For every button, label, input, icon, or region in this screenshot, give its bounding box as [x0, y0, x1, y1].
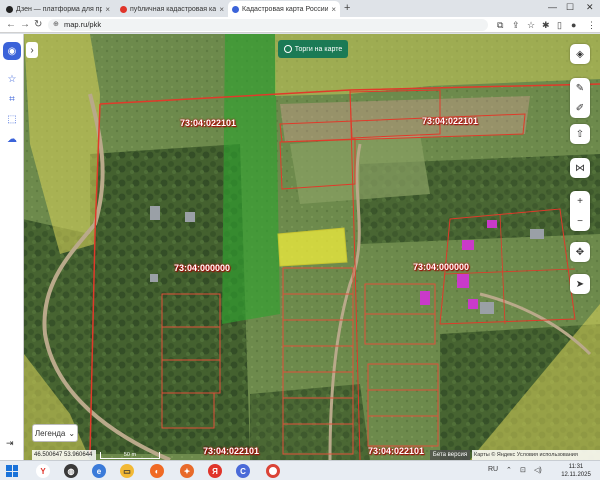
maximize-icon[interactable]: ☐ — [566, 2, 574, 13]
pan-control: ✥ — [570, 242, 590, 262]
map-attribution[interactable]: Карты © Яндекс Условия использования — [472, 450, 600, 460]
url-text: map.ru/pkk — [64, 20, 102, 29]
reload-icon[interactable]: ↻ — [34, 19, 42, 30]
expand-panel-button[interactable]: › — [26, 42, 38, 58]
map-icon — [232, 5, 239, 13]
yandex-icon — [120, 5, 127, 13]
bookmark-star-icon[interactable]: ☆ — [527, 20, 535, 31]
app-c-icon[interactable]: C — [236, 464, 250, 478]
browser-toolbar: ← → ↻ ⊕ map.ru/pkk ⧉ ⇪ ☆ ✱ ▯ ● ⋮ — [0, 17, 600, 33]
auctions-on-map-button[interactable]: Торги на карте — [278, 40, 348, 58]
cadastral-label-southeast[interactable]: 73:04:022101 — [368, 446, 424, 456]
share-map-icon[interactable]: ⋈ — [570, 158, 590, 178]
volume-icon[interactable]: ◁) — [534, 466, 542, 474]
media-app-icon[interactable]: ◍ — [64, 464, 78, 478]
logout-icon[interactable]: ⇥ — [6, 438, 14, 449]
file-explorer-icon[interactable]: ▭ — [120, 464, 134, 478]
yandex-browser-icon[interactable]: Y — [36, 464, 50, 478]
yandex-icon[interactable]: Я — [208, 464, 222, 478]
firefox-icon[interactable]: ◐ — [150, 464, 164, 478]
minimize-icon[interactable]: — — [548, 2, 557, 12]
system-clock[interactable]: 11:31 12.11.2025 — [556, 463, 596, 479]
zoom-in-icon[interactable]: + — [570, 191, 590, 211]
cursor-coordinates: 46.500647 53.960644 — [32, 450, 96, 460]
map-view[interactable]: 73:04:022101 73:04:022101 73:04:000000 7… — [0, 34, 600, 460]
draw-controls: ✎ ✐ — [570, 78, 590, 118]
layers-control: ◈ — [570, 44, 590, 64]
chevron-down-icon: ⌄ — [68, 428, 76, 438]
cadastral-label-northeast[interactable]: 73:04:022101 — [422, 116, 478, 126]
dzen-icon — [6, 5, 13, 13]
chrome-icon[interactable] — [266, 464, 280, 478]
cloud-icon[interactable]: ☁ — [5, 132, 19, 146]
navigation-arrow-icon[interactable]: ➤ — [570, 274, 590, 294]
edge-icon[interactable]: e — [92, 464, 106, 478]
measure-tool-icon[interactable]: ⌗ — [5, 92, 19, 106]
select-area-icon[interactable]: ⬚ — [5, 112, 19, 126]
close-tab-icon[interactable]: × — [219, 5, 224, 14]
language-indicator[interactable]: RU — [488, 466, 498, 473]
favorites-star-icon[interactable]: ☆ — [5, 72, 19, 86]
left-sidebar: ◉ ☆ ⌗ ⬚ ☁ — [0, 34, 24, 460]
share-control: ⋈ — [570, 158, 590, 178]
network-icon[interactable]: ⊡ — [520, 466, 526, 474]
site-info-icon[interactable]: ⊕ — [53, 19, 59, 31]
zoom-out-icon[interactable]: − — [570, 211, 590, 231]
ruler-icon[interactable]: ✎ — [570, 78, 590, 98]
app-icon[interactable]: ✦ — [180, 464, 194, 478]
browser-tab-dzen[interactable]: Дзен — платформа для просмотра × — [2, 1, 114, 17]
extensions-icon[interactable]: ✱ — [542, 20, 550, 31]
new-tab-button[interactable]: + — [344, 2, 350, 14]
browser-tab-cadastral[interactable]: Кадастровая карта России онлайн × — [228, 1, 340, 17]
legend-button[interactable]: Легенда ⌄ — [32, 424, 78, 442]
close-window-icon[interactable]: ✕ — [586, 2, 594, 13]
app-logo-icon[interactable]: ◉ — [3, 42, 21, 60]
share-icon[interactable]: ⇪ — [512, 20, 520, 31]
upload-control: ⇧ — [570, 124, 590, 144]
address-bar[interactable]: ⊕ map.ru/pkk — [48, 19, 488, 31]
map-scale: 50 m — [100, 452, 160, 459]
sidepanel-icon[interactable]: ▯ — [557, 20, 562, 31]
auction-icon — [283, 45, 292, 53]
start-icon[interactable] — [6, 465, 18, 477]
geolocation-control: ➤ — [570, 274, 590, 294]
tray-chevron-icon[interactable]: ⌃ — [506, 466, 512, 474]
beta-badge: Бета версия — [430, 450, 470, 460]
cloud-upload-icon[interactable]: ⇧ — [570, 124, 590, 144]
translate-icon[interactable]: ⧉ — [497, 20, 503, 31]
edit-icon[interactable]: ✐ — [570, 98, 590, 118]
forward-icon[interactable]: → — [20, 19, 30, 30]
cadastral-label-east[interactable]: 73:04:000000 — [413, 262, 469, 272]
browser-tab-yandex[interactable]: публичная кадастровая карта - Яндекс × — [116, 1, 228, 17]
profile-icon[interactable]: ● — [571, 20, 576, 30]
cadastral-label-south[interactable]: 73:04:022101 — [203, 446, 259, 456]
close-tab-icon[interactable]: × — [331, 5, 336, 14]
move-icon[interactable]: ✥ — [570, 242, 590, 262]
back-icon[interactable]: ← — [6, 19, 16, 30]
cadastral-label-west[interactable]: 73:04:000000 — [174, 263, 230, 273]
browser-tab-strip: Дзен — платформа для просмотра × публичн… — [0, 0, 600, 17]
menu-icon[interactable]: ⋮ — [587, 20, 596, 31]
close-tab-icon[interactable]: × — [105, 5, 110, 14]
satellite-map — [0, 34, 600, 460]
zoom-control: + − — [570, 191, 590, 231]
cadastral-label-north[interactable]: 73:04:022101 — [180, 118, 236, 128]
layers-icon[interactable]: ◈ — [570, 44, 590, 64]
os-taskbar: Y ◍ e ▭ ◐ ✦ Я C RU ⌃ ⊡ ◁) 11:31 12.11.20… — [0, 460, 600, 480]
